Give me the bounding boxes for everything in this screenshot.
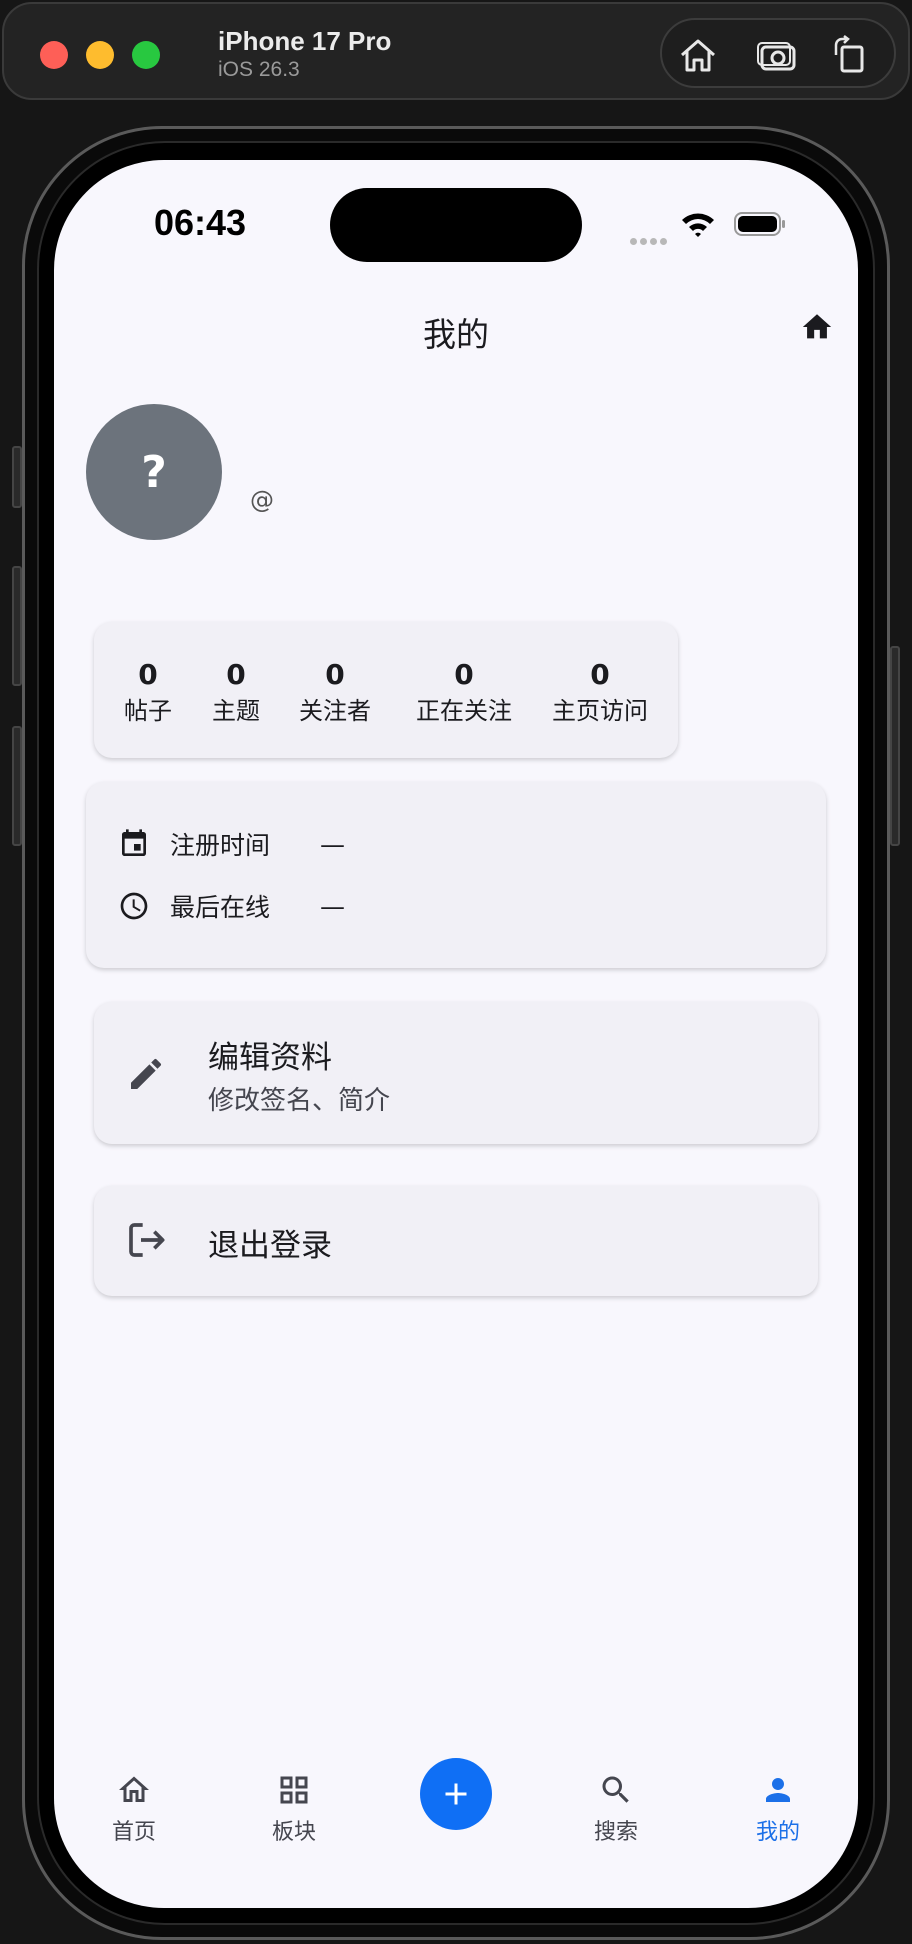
stat-label: 正在关注 xyxy=(416,697,512,725)
cellular-signal-icon xyxy=(630,230,670,249)
battery-icon xyxy=(734,212,785,236)
dynamic-island xyxy=(330,188,582,262)
tab-label: 首页 xyxy=(111,1820,156,1845)
logout-button[interactable]: 退出登录 xyxy=(94,1186,818,1296)
bottom-tab-bar: 首页 板块 搜索 我的 xyxy=(54,1758,858,1908)
power-button xyxy=(890,646,900,846)
screenshot-icon[interactable] xyxy=(756,35,800,75)
stat-value: 0 xyxy=(590,658,610,691)
simulator-toolbar xyxy=(660,18,896,88)
stat-value: 0 xyxy=(454,658,474,691)
last-online-row: 最后在线 — xyxy=(118,886,345,926)
info-label: 注册时间 xyxy=(170,831,271,860)
search-icon xyxy=(602,1776,629,1803)
home-icon[interactable] xyxy=(800,310,834,344)
device-name: iPhone 17 Pro xyxy=(218,26,392,56)
calendar-icon xyxy=(122,829,146,856)
edit-profile-subtitle: 修改签名、简介 xyxy=(208,1086,391,1116)
stat-label: 主题 xyxy=(212,697,260,725)
action-button xyxy=(12,446,22,508)
person-icon xyxy=(766,1778,790,1802)
logout-title: 退出登录 xyxy=(208,1228,332,1264)
info-value: — xyxy=(320,829,345,859)
stat-topics[interactable]: 0 主题 xyxy=(206,658,266,730)
wifi-icon xyxy=(682,213,714,237)
os-version: iOS 26.3 xyxy=(218,58,300,81)
create-post-button[interactable] xyxy=(420,1758,492,1830)
pencil-icon xyxy=(131,1058,162,1089)
account-info-card: 注册时间 — 最后在线 — xyxy=(86,782,826,968)
stat-value: 0 xyxy=(138,658,158,691)
app-screen: 06:43 我的 ? @ 0 帖子 0 主题 0 关注者 0 正在关注 0 主页… xyxy=(54,160,858,1908)
rotate-icon[interactable] xyxy=(828,35,872,75)
grid-icon xyxy=(280,1776,308,1804)
stat-label: 帖子 xyxy=(124,697,172,725)
stat-label: 关注者 xyxy=(299,697,371,725)
stat-following[interactable]: 0 正在关注 xyxy=(404,658,524,730)
avatar[interactable]: ? xyxy=(86,404,222,540)
tab-label: 我的 xyxy=(755,1820,800,1845)
stat-followers[interactable]: 0 关注者 xyxy=(290,658,380,730)
tab-search[interactable]: 搜索 xyxy=(566,1772,666,1846)
logout-icon xyxy=(129,1223,165,1257)
tab-label: 搜索 xyxy=(593,1820,638,1845)
plus-icon xyxy=(445,1783,467,1805)
zoom-window-button[interactable] xyxy=(132,41,160,69)
home-icon xyxy=(119,1776,149,1802)
info-value: — xyxy=(320,891,345,921)
info-label: 最后在线 xyxy=(170,893,271,922)
volume-down-button xyxy=(12,726,22,846)
home-icon[interactable] xyxy=(676,35,720,75)
edit-profile-title: 编辑资料 xyxy=(208,1040,332,1076)
stat-label: 主页访问 xyxy=(552,697,648,725)
stats-card: 0 帖子 0 主题 0 关注者 0 正在关注 0 主页访问 xyxy=(94,622,678,758)
user-handle: @ xyxy=(250,486,274,514)
tab-home[interactable]: 首页 xyxy=(84,1772,184,1846)
tab-profile[interactable]: 我的 xyxy=(728,1772,828,1846)
stat-value: 0 xyxy=(325,658,345,691)
volume-up-button xyxy=(12,566,22,686)
tab-label: 板块 xyxy=(271,1820,316,1845)
close-window-button[interactable] xyxy=(40,41,68,69)
simulator-title-bar: iPhone 17 Pro iOS 26.3 xyxy=(2,2,910,100)
stat-value: 0 xyxy=(226,658,246,691)
clock-icon xyxy=(120,892,148,920)
stat-profile-visits[interactable]: 0 主页访问 xyxy=(540,658,660,730)
minimize-window-button[interactable] xyxy=(86,41,114,69)
stat-posts[interactable]: 0 帖子 xyxy=(118,658,178,730)
tab-boards[interactable]: 板块 xyxy=(244,1772,344,1846)
register-time-row: 注册时间 — xyxy=(118,824,345,864)
status-time: 06:43 xyxy=(154,202,247,243)
page-title: 我的 xyxy=(423,315,489,354)
edit-profile-button[interactable]: 编辑资料 修改签名、简介 xyxy=(94,1002,818,1144)
